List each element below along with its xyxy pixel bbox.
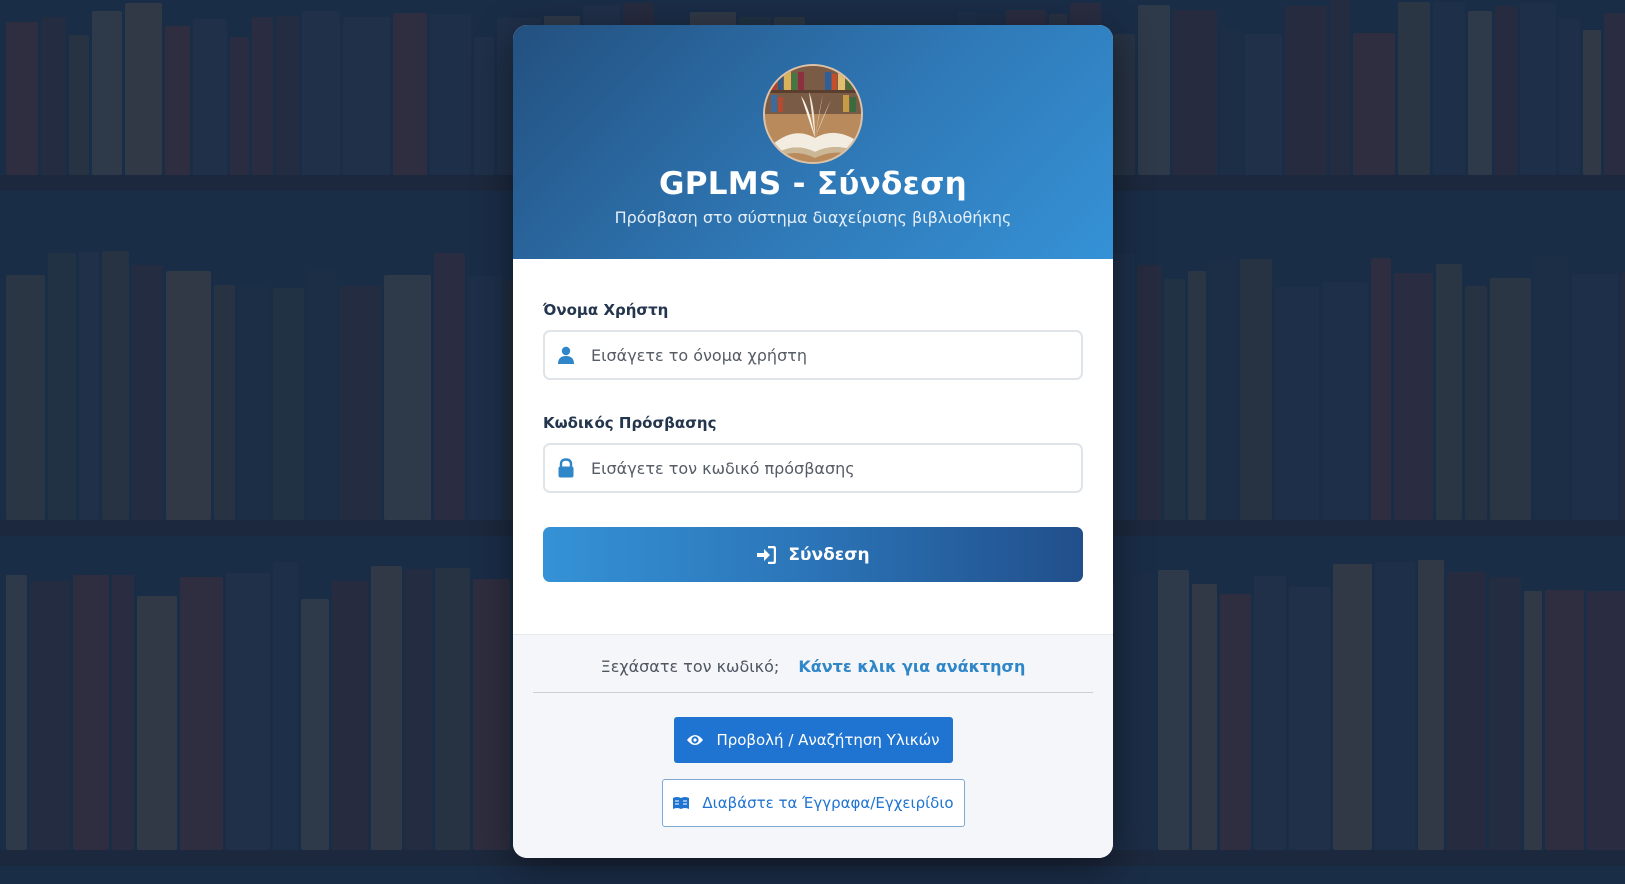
library-logo	[763, 64, 863, 164]
login-button[interactable]: Σύνδεση	[543, 527, 1083, 582]
username-field[interactable]	[543, 330, 1083, 380]
password-input[interactable]	[591, 458, 1051, 478]
lock-icon	[558, 458, 574, 478]
recover-password-link[interactable]: Κάντε κλικ για ανάκτηση	[798, 657, 1025, 676]
login-form: Όνομα Χρήστη Κωδικός Πρόσβασης Σύνδεση	[513, 259, 1113, 634]
password-label: Κωδικός Πρόσβασης	[543, 414, 717, 432]
sign-in-icon	[757, 545, 777, 564]
eye-icon	[687, 735, 704, 745]
username-input[interactable]	[591, 345, 1051, 365]
read-docs-label: Διαβάστε τα Έγγραφα/Εγχειρίδιο	[702, 794, 954, 812]
page-subtitle: Πρόσβαση στο σύστημα διαχείρισης βιβλιοθ…	[614, 208, 1012, 227]
login-card: GPLMS - Σύνδεση Πρόσβαση στο σύστημα δια…	[513, 25, 1113, 858]
user-icon	[558, 346, 574, 364]
forgot-password-line: Ξεχάσατε τον κωδικό; Κάντε κλικ για ανάκ…	[533, 657, 1093, 676]
username-label: Όνομα Χρήστη	[543, 301, 669, 319]
view-materials-button[interactable]: Προβολή / Αναζήτηση Υλικών	[673, 717, 953, 763]
footer-divider	[533, 692, 1093, 693]
view-materials-label: Προβολή / Αναζήτηση Υλικών	[716, 731, 940, 749]
book-open-icon	[673, 797, 690, 809]
card-footer: Ξεχάσατε τον κωδικό; Κάντε κλικ για ανάκ…	[513, 634, 1113, 858]
read-docs-button[interactable]: Διαβάστε τα Έγγραφα/Εγχειρίδιο	[661, 779, 965, 827]
forgot-password-text: Ξεχάσατε τον κωδικό;	[600, 657, 780, 676]
login-button-label: Σύνδεση	[788, 544, 870, 565]
page-title: GPLMS - Σύνδεση	[658, 166, 968, 202]
password-field[interactable]	[543, 443, 1083, 493]
card-header: GPLMS - Σύνδεση Πρόσβαση στο σύστημα δια…	[513, 25, 1113, 259]
